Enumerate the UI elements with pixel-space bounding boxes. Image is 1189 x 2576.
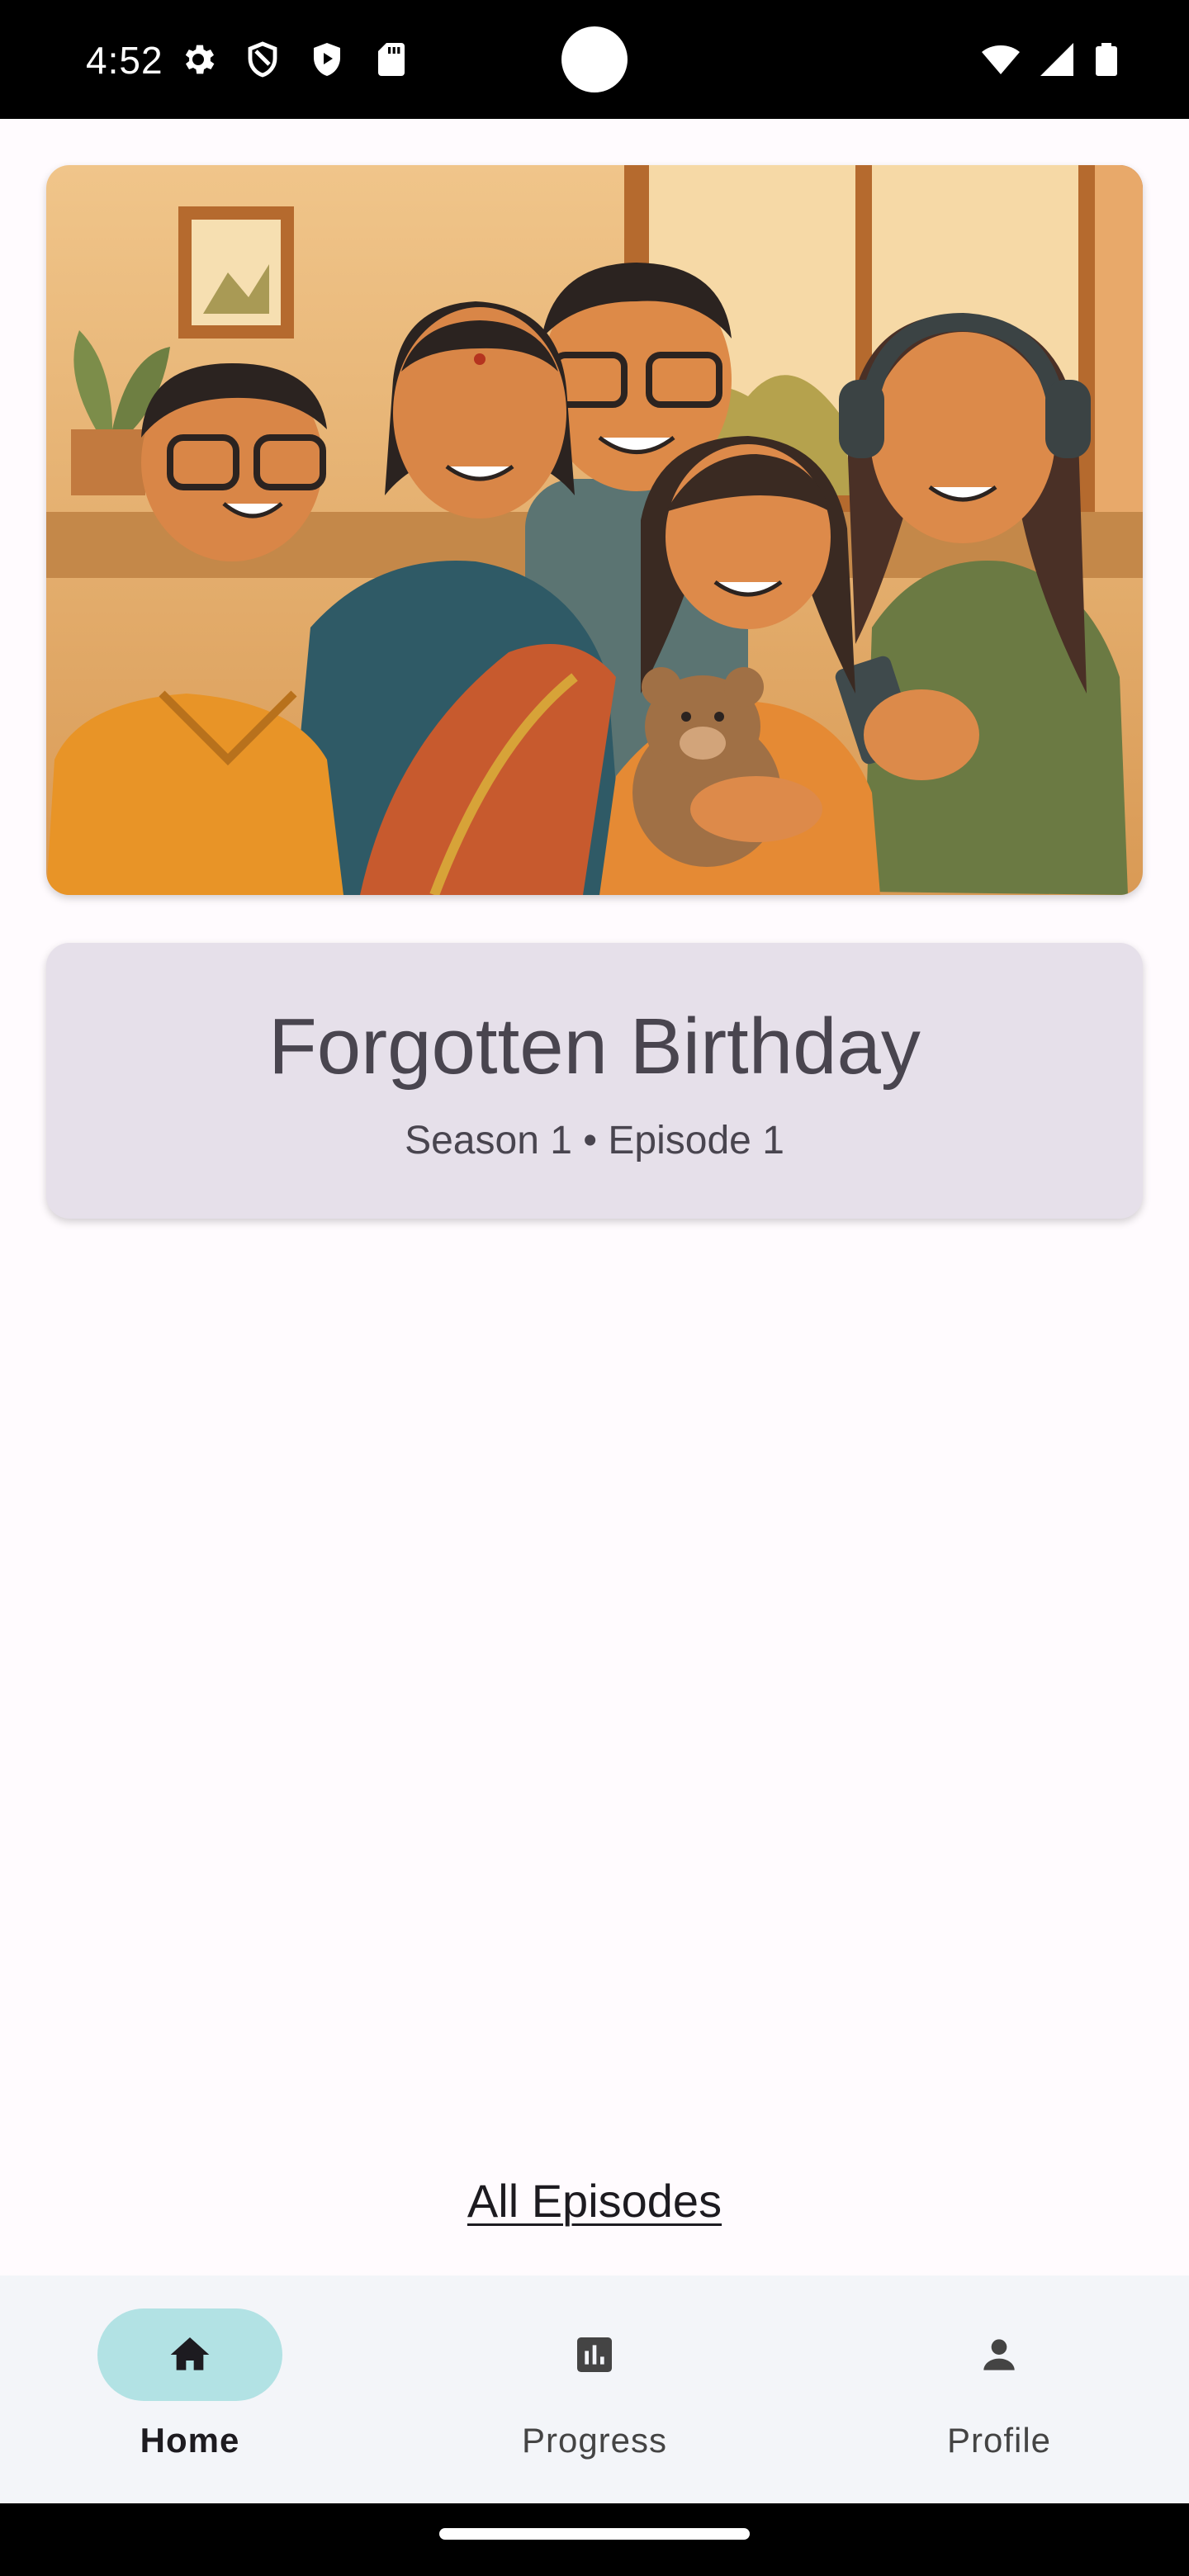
play-protect-icon	[314, 43, 340, 76]
nav-label-profile: Profile	[946, 2421, 1052, 2460]
home-gesture-handle[interactable]	[439, 2528, 750, 2540]
all-episodes-link[interactable]: All Episodes	[0, 2170, 1189, 2233]
shield-icon	[248, 41, 277, 78]
wifi-icon	[982, 45, 1020, 74]
home-icon	[170, 2337, 210, 2370]
episode-card[interactable]: Forgotten Birthday Season 1 • Episode 1	[46, 943, 1143, 1219]
nav-label-progress: Progress	[521, 2421, 668, 2460]
status-bar: 4:52	[0, 0, 1189, 119]
family-illustration	[46, 165, 1143, 895]
nav-item-home[interactable]: Home	[33, 2308, 347, 2474]
person-icon	[983, 2339, 1015, 2370]
signal-icon	[1040, 43, 1073, 76]
nav-item-progress[interactable]: Progress	[438, 2308, 751, 2474]
bar-chart-icon	[577, 2337, 612, 2372]
nav-label-home: Home	[140, 2421, 240, 2460]
sd-card-icon	[378, 43, 405, 76]
episode-cover-image	[46, 165, 1143, 895]
bottom-navigation: Home Progress Profile	[0, 2275, 1189, 2503]
episode-title: Forgotten Birthday	[268, 1002, 921, 1091]
battery-icon	[1096, 43, 1117, 76]
nav-item-profile[interactable]: Profile	[842, 2308, 1156, 2474]
episode-meta: Season 1 • Episode 1	[405, 1119, 784, 1163]
front-camera	[561, 26, 628, 92]
status-time: 4:52	[86, 39, 163, 82]
system-gesture-bar	[0, 2503, 1189, 2576]
gear-icon	[185, 45, 215, 74]
